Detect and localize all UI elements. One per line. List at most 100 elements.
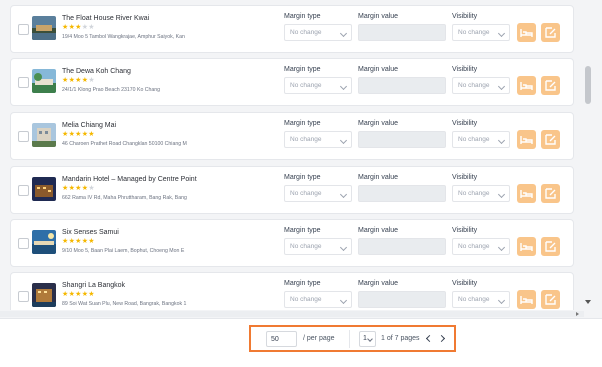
hotel-card: Mandarin Hotel – Managed by Centre Point…: [10, 166, 574, 214]
margin-value-input[interactable]: [358, 24, 446, 41]
star-rating: ★★★★★: [62, 24, 95, 31]
scrollbar-thumb[interactable]: [585, 66, 591, 104]
scroll-down-arrow-icon[interactable]: [585, 300, 591, 304]
chevron-down-icon: [497, 190, 506, 199]
hotel-card: The Dewa Koh Chang ★★★★★ 24/1/1 Klong Pr…: [10, 58, 574, 106]
edit-icon: [545, 27, 556, 38]
edit-button[interactable]: [541, 184, 560, 203]
hotel-name[interactable]: The Float House River Kwai: [62, 15, 149, 22]
hotel-thumbnail: [32, 177, 56, 201]
star-rating: ★★★★★: [62, 238, 95, 245]
margin-type-select[interactable]: No change: [284, 291, 352, 308]
select-checkbox[interactable]: [18, 185, 29, 196]
chevron-left-icon[interactable]: [425, 334, 434, 343]
margin-type-select[interactable]: No change: [284, 238, 352, 255]
chevron-down-icon: [339, 190, 348, 199]
edit-button[interactable]: [541, 23, 560, 42]
chevron-down-icon: [339, 29, 348, 38]
margin-type-select[interactable]: No change: [284, 77, 352, 94]
edit-icon: [545, 80, 556, 91]
hotel-address: 89 Soi Wat Suan Plu, New Road, Bangrak, …: [62, 301, 187, 307]
visibility-select[interactable]: No change: [452, 77, 510, 94]
edit-icon: [545, 134, 556, 145]
select-checkbox[interactable]: [18, 24, 29, 35]
hotel-address: 24/1/1 Klong Prao Beach 23170 Ko Chang: [62, 87, 161, 93]
chevron-down-icon: [497, 29, 506, 38]
bed-icon: [520, 82, 533, 90]
visibility-select[interactable]: No change: [452, 291, 510, 308]
edit-icon: [545, 241, 556, 252]
margin-type-select[interactable]: No change: [284, 185, 352, 202]
hotel-name[interactable]: Melia Chiang Mai: [62, 122, 116, 129]
select-checkbox[interactable]: [18, 291, 29, 302]
hotel-address: 46 Charoen Prathet Road Changklan 50100 …: [62, 141, 187, 147]
chevron-down-icon: [497, 82, 506, 91]
edit-button[interactable]: [541, 290, 560, 309]
visibility-label: Visibility: [452, 280, 478, 287]
margin-value-label: Margin value: [358, 174, 399, 181]
hotel-thumbnail: [32, 230, 56, 254]
visibility-select[interactable]: No change: [452, 24, 510, 41]
margin-type-label: Margin type: [284, 280, 321, 287]
chevron-down-icon: [339, 82, 348, 91]
rooms-button[interactable]: [517, 184, 536, 203]
margin-value-label: Margin value: [358, 280, 399, 287]
margin-value-input[interactable]: [358, 77, 446, 94]
edit-button[interactable]: [541, 237, 560, 256]
rooms-button[interactable]: [517, 237, 536, 256]
visibility-label: Visibility: [452, 120, 478, 127]
hotel-name[interactable]: Six Senses Samui: [62, 229, 119, 236]
visibility-select[interactable]: No change: [452, 238, 510, 255]
margin-type-label: Margin type: [284, 174, 321, 181]
margin-type-select[interactable]: No change: [284, 131, 352, 148]
hotel-thumbnail: [32, 69, 56, 93]
visibility-select[interactable]: No change: [452, 131, 510, 148]
hotel-card: Shangri La Bangkok ★★★★★ 89 Soi Wat Suan…: [10, 272, 574, 310]
page-info: 1 of 7 pages: [381, 335, 420, 342]
rooms-button[interactable]: [517, 130, 536, 149]
hotel-name[interactable]: Shangri La Bangkok: [62, 282, 125, 289]
margin-type-label: Margin type: [284, 120, 321, 127]
bed-icon: [520, 190, 533, 198]
rooms-button[interactable]: [517, 76, 536, 95]
margin-value-input[interactable]: [358, 131, 446, 148]
margin-value-label: Margin value: [358, 13, 399, 20]
bed-icon: [520, 296, 533, 304]
star-rating: ★★★★★: [62, 185, 95, 192]
select-checkbox[interactable]: [18, 238, 29, 249]
page-select[interactable]: 1: [359, 331, 376, 347]
hotel-card: The Float House River Kwai ★★★★★ 19/4 Mo…: [10, 5, 574, 53]
star-rating: ★★★★★: [62, 291, 95, 298]
per-page-label: / per page: [303, 335, 335, 342]
margin-value-input[interactable]: [358, 238, 446, 255]
edit-button[interactable]: [541, 76, 560, 95]
margin-type-label: Margin type: [284, 13, 321, 20]
select-checkbox[interactable]: [18, 131, 29, 142]
hotel-thumbnail: [32, 16, 56, 40]
horizontal-scrollbar[interactable]: [0, 311, 584, 317]
vertical-scrollbar[interactable]: [584, 0, 592, 310]
rooms-button[interactable]: [517, 290, 536, 309]
star-rating: ★★★★★: [62, 77, 95, 84]
visibility-select[interactable]: No change: [452, 185, 510, 202]
hotel-name[interactable]: The Dewa Koh Chang: [62, 68, 131, 75]
chevron-down-icon: [497, 243, 506, 252]
rooms-button[interactable]: [517, 23, 536, 42]
edit-icon: [545, 188, 556, 199]
edit-button[interactable]: [541, 130, 560, 149]
bed-icon: [520, 243, 533, 251]
chevron-down-icon: [339, 243, 348, 252]
chevron-down-icon: [339, 136, 348, 145]
margin-value-input[interactable]: [358, 291, 446, 308]
margin-value-input[interactable]: [358, 185, 446, 202]
chevron-right-icon[interactable]: [437, 334, 446, 343]
select-checkbox[interactable]: [18, 77, 29, 88]
scroll-right-arrow-icon[interactable]: [576, 312, 579, 316]
margin-type-select[interactable]: No change: [284, 24, 352, 41]
pagination-controls: 50 / per page 1 1 of 7 pages: [249, 325, 456, 352]
hotel-name[interactable]: Mandarin Hotel – Managed by Centre Point: [62, 176, 197, 183]
visibility-label: Visibility: [452, 174, 478, 181]
chevron-down-icon: [339, 296, 348, 305]
per-page-input[interactable]: 50: [266, 331, 297, 347]
chevron-down-icon: [497, 296, 506, 305]
